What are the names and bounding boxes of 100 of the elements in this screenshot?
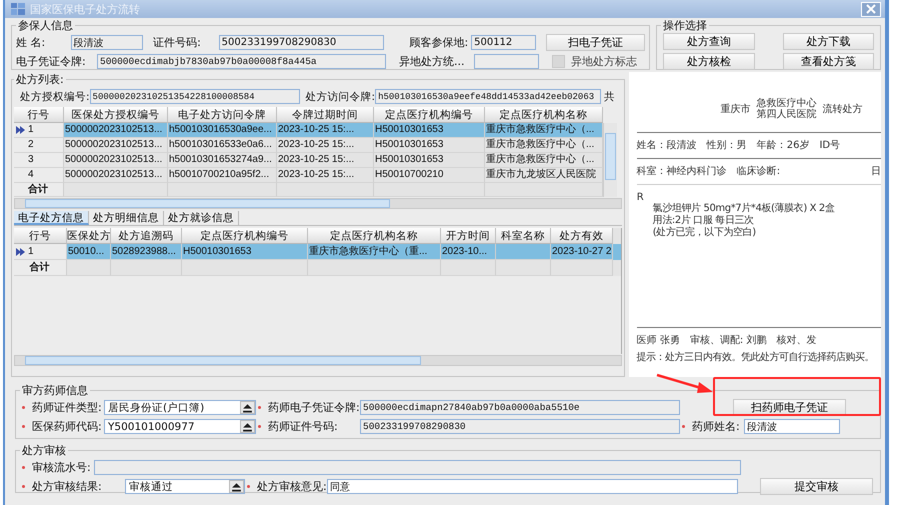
table-row[interactable]: 1 5000002023102513... h500103016530a9ee... 2023-10-25 15:... H50010301653 重庆市急救医疗中心（... bbox=[14, 123, 603, 138]
column-header[interactable]: 定点医疗机构编号 bbox=[182, 228, 308, 244]
hospital-name: 急救医疗中心 第四人民医院 bbox=[756, 98, 817, 120]
dropdown[interactable]: Y500101000977 bbox=[104, 419, 256, 434]
input-field[interactable]: 500233199708290830 bbox=[360, 419, 680, 434]
column-header[interactable]: 行号 bbox=[14, 228, 67, 244]
dropdown-arrow-icon bbox=[240, 420, 255, 433]
field-label: 处方授权编号: bbox=[20, 90, 90, 104]
column-header[interactable]: 定点医疗机构名称 bbox=[485, 107, 603, 123]
field-label: 药师电子凭证令牌: bbox=[268, 400, 360, 415]
column-header[interactable]: 定点医疗机构名称 bbox=[308, 228, 441, 244]
input-field[interactable]: 500000ecdimabjb7830ab97b0a00008f8a445a bbox=[97, 54, 386, 69]
tab[interactable]: 电子处方信息 bbox=[14, 211, 89, 225]
column-header[interactable]: 处方有效 bbox=[551, 228, 613, 244]
required-icon bbox=[22, 485, 25, 488]
table-cell: 合计 bbox=[14, 260, 67, 276]
row-pointer-icon bbox=[16, 126, 26, 134]
table-cell bbox=[496, 260, 551, 276]
checkbox-label: 异地处方标志 bbox=[571, 54, 637, 69]
arrow-annotation bbox=[655, 372, 715, 396]
column-header[interactable]: 科室名称 bbox=[496, 228, 551, 244]
action-button[interactable]: 查看处方笺 bbox=[782, 53, 874, 70]
field-label: 姓 名: bbox=[16, 35, 46, 50]
input-field[interactable]: h500103016530a9eefe48dd14533ad42eeb02063 bbox=[375, 89, 602, 104]
column-header[interactable]: 令牌过期时间 bbox=[277, 107, 374, 123]
table-row[interactable]: 3 5000002023102513... h50010301653274a9... 2023-10-25 15:... H50010301653 重庆市急救医疗中心（... bbox=[14, 153, 603, 168]
prescription-line: 用法:2片 口服 每日三次 bbox=[652, 215, 755, 226]
column-header[interactable]: 开方时间 bbox=[441, 228, 496, 244]
required-icon bbox=[247, 485, 250, 488]
action-button[interactable]: 处方核检 bbox=[663, 53, 754, 70]
input-field[interactable]: 段清波 bbox=[70, 35, 144, 50]
scrollbar[interactable] bbox=[603, 123, 617, 197]
validity-note: 提示：处方三日内有效。凭此处方可自行选择药店购买。 bbox=[636, 352, 876, 364]
column-header[interactable]: 行号 bbox=[14, 107, 64, 123]
signature-info: 核对、发 bbox=[776, 334, 816, 347]
field-label: 处方审核结果: bbox=[32, 479, 103, 494]
scrollbar[interactable] bbox=[14, 198, 622, 209]
required-icon bbox=[22, 425, 25, 428]
patient-info: 性别：男 bbox=[706, 138, 747, 152]
field-label: 药师姓名: bbox=[692, 419, 741, 434]
column-header[interactable]: 处方追溯码 bbox=[111, 228, 182, 244]
prescription-line: 氯沙坦钾片 50mg*7片*4板(薄膜衣) X 2盒 bbox=[652, 203, 836, 214]
row-pointer-icon bbox=[16, 248, 26, 256]
field-label: 处方访问令牌: bbox=[306, 90, 376, 104]
input-field[interactable] bbox=[474, 54, 539, 69]
prescription-line: (处方已完，以下为空白) bbox=[652, 227, 757, 239]
dropdown[interactable]: 居民身份证(户口簿) bbox=[104, 400, 256, 415]
action-button[interactable]: 处方下载 bbox=[782, 33, 874, 50]
field-label: 电子凭证令牌: bbox=[16, 54, 87, 69]
table-cell: 2 bbox=[14, 138, 64, 153]
signature-info: 审核、调配: 刘鹏 bbox=[690, 334, 766, 347]
field-label: 共 bbox=[604, 90, 616, 104]
action-button[interactable]: 处方查询 bbox=[663, 33, 754, 50]
group-title: 处方列表: bbox=[15, 72, 65, 87]
input-field[interactable]: 500000202310251354228100008584 bbox=[90, 89, 300, 104]
input-field[interactable]: 同意 bbox=[327, 479, 738, 494]
diagnosis-label: 临床诊断: bbox=[736, 164, 780, 178]
column-header[interactable]: 电子处方访问令牌 bbox=[168, 107, 277, 123]
table-cell: 1 bbox=[14, 244, 67, 260]
submit-button[interactable]: 提交审核 bbox=[760, 478, 873, 495]
input-field[interactable]: 段清波 bbox=[744, 419, 840, 434]
table-cell bbox=[551, 260, 613, 276]
group-title: 审方药师信息 bbox=[21, 383, 89, 398]
input-field[interactable]: 500233199708290830 bbox=[218, 35, 384, 50]
table-cell: 3 bbox=[14, 153, 64, 168]
patient-info: 姓名：段清波 bbox=[636, 138, 697, 152]
table-row[interactable]: 4 5000002023102513... h50010700210a95f2... 2023-10-25 15:... H50010700210 重庆市九龙坡区人民医院 bbox=[14, 168, 603, 183]
required-icon bbox=[22, 406, 25, 409]
table-cell bbox=[111, 260, 182, 276]
field-label: 药师证件类型: bbox=[32, 400, 103, 415]
table-row[interactable]: 2 5000002023102513... h500103016533e0a6... 2023-10-25 15:... H50010301653 重庆市急救医疗中心（... bbox=[14, 138, 603, 153]
table-row[interactable]: 1 50010... 5028923988... H50010301653 重庆市急救医疗中心（重... 2023-10... 2023-10-27 2 bbox=[14, 244, 621, 260]
document-title: 流转处方 bbox=[822, 102, 863, 116]
group-title: 操作选择 bbox=[662, 18, 708, 33]
table-cell bbox=[441, 260, 496, 276]
field-label: 顾客参保地: bbox=[410, 35, 470, 50]
patient-info: ID号 bbox=[819, 139, 840, 152]
input-field[interactable]: 500000ecdimapn27840ab97b0a0000aba5510e bbox=[360, 400, 680, 415]
dropdown[interactable]: 审核通过 bbox=[125, 479, 245, 494]
close-button[interactable] bbox=[861, 2, 881, 16]
required-icon bbox=[258, 425, 261, 428]
required-icon bbox=[22, 466, 25, 469]
department-info: 科室：神经内科门诊 bbox=[636, 164, 727, 178]
required-icon bbox=[258, 406, 261, 409]
scan-button[interactable]: 扫电子凭证 bbox=[546, 34, 645, 51]
checkbox[interactable] bbox=[552, 55, 565, 68]
column-header[interactable]: 医保处方授权编号 bbox=[64, 107, 168, 123]
column-header[interactable]: 定点医疗机构编号 bbox=[374, 107, 485, 123]
field-label: 证件号码: bbox=[153, 35, 202, 50]
field-label: 医保药师代码: bbox=[32, 419, 103, 434]
table-cell: 1 bbox=[14, 123, 64, 138]
rx-mark: R bbox=[636, 192, 645, 203]
table-cell: 合计 bbox=[14, 183, 64, 197]
group-title: 处方审核 bbox=[21, 443, 67, 458]
scrollbar[interactable] bbox=[14, 355, 622, 366]
dropdown-arrow-icon bbox=[240, 401, 255, 414]
city-name: 重庆市 bbox=[720, 102, 751, 116]
input-field[interactable]: 500112 bbox=[471, 35, 536, 50]
input-field[interactable] bbox=[94, 460, 741, 475]
table-cell: 4 bbox=[14, 168, 64, 183]
